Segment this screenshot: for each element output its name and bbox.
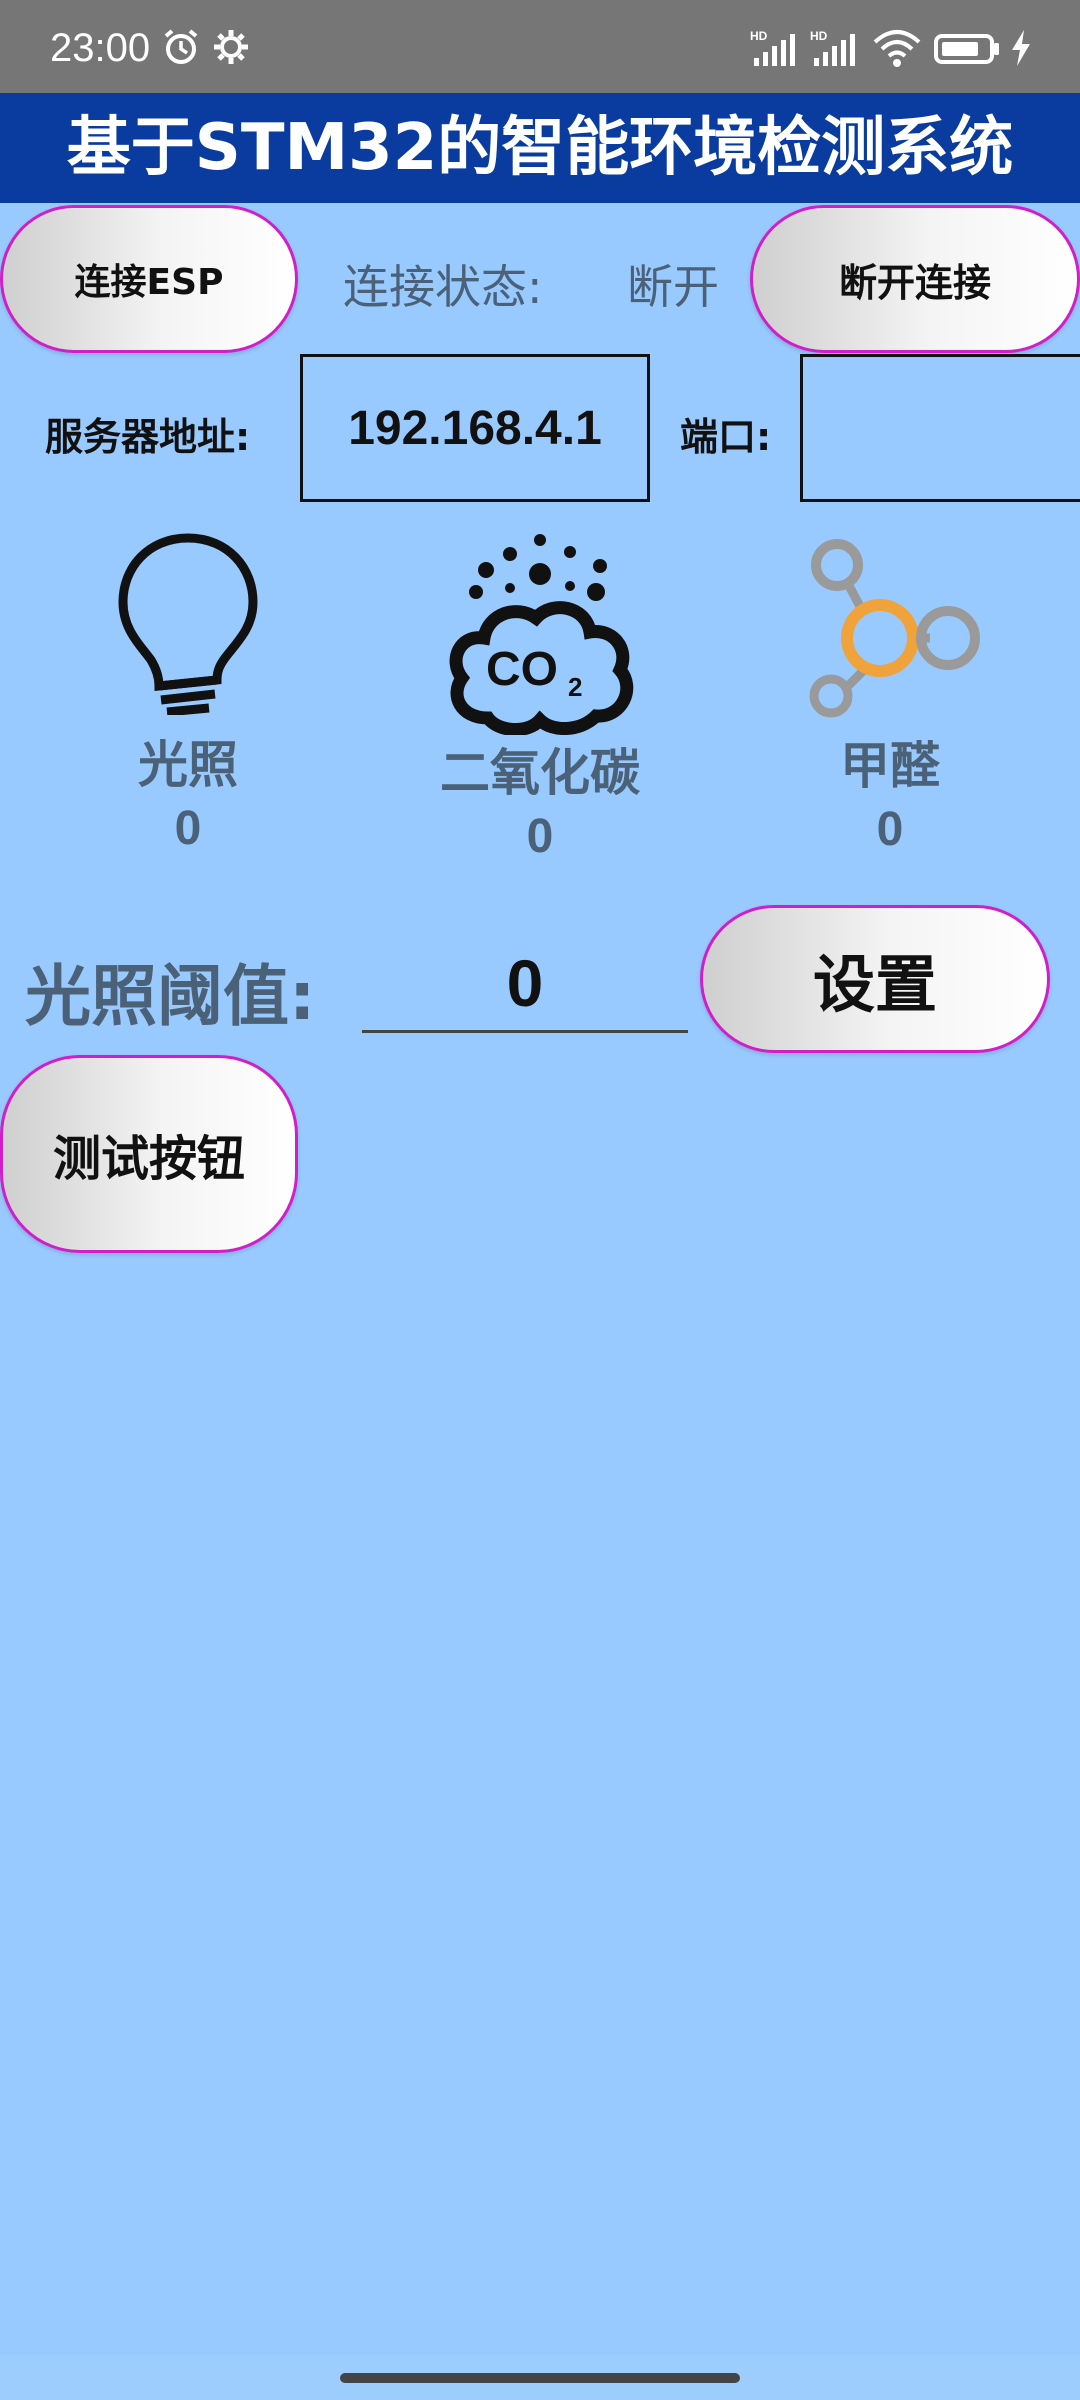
battery-icon <box>934 34 999 64</box>
hd-signal-icon: HD <box>810 29 855 66</box>
light-threshold-input[interactable]: 0 <box>362 935 688 1033</box>
lightbulb-icon <box>118 533 258 717</box>
connection-status-label: 连接状态: <box>343 260 543 314</box>
svg-text:HD: HD <box>810 29 828 43</box>
port-input[interactable] <box>800 354 1080 502</box>
server-address-value: 192.168.4.1 <box>348 401 602 455</box>
sensor-co2: CO 2 二氧化碳 0 <box>390 530 690 864</box>
svg-text:HD: HD <box>750 29 768 43</box>
sensor-formaldehyde-name: 甲醛 <box>840 737 940 795</box>
molecule-icon <box>809 539 980 718</box>
status-time: 23:00 <box>50 26 151 70</box>
connect-esp-button[interactable]: 连接ESP <box>0 205 298 353</box>
sensor-formaldehyde-value: 0 <box>876 803 904 856</box>
charging-icon <box>1012 30 1030 66</box>
server-address-input[interactable]: 192.168.4.1 <box>300 354 650 502</box>
test-button-label: 测试按钮 <box>52 1131 245 1187</box>
alarm-icon <box>164 29 198 64</box>
status-bar: 23:00 HD HD <box>0 0 1080 93</box>
connection-status-value: 断开 <box>627 260 719 314</box>
wifi-icon <box>873 30 921 67</box>
disconnect-button-label: 断开连接 <box>838 260 991 305</box>
co2-cloud-icon: CO 2 <box>449 534 634 737</box>
light-threshold-value: 0 <box>506 945 544 1020</box>
hd-signal-icon: HD <box>750 29 795 66</box>
port-label: 端口: <box>680 415 772 459</box>
settings-gear-icon <box>214 30 248 64</box>
app-title-bar: 基于STM32的智能环境检测系统 <box>0 93 1080 203</box>
set-threshold-button[interactable]: 设置 <box>700 905 1050 1053</box>
sensor-light-value: 0 <box>174 802 202 855</box>
light-threshold-label: 光照阈值: <box>25 958 316 1035</box>
svg-text:2: 2 <box>568 672 582 702</box>
sensor-co2-name: 二氧化碳 <box>440 744 640 802</box>
connect-esp-button-label: 连接ESP <box>74 262 224 303</box>
disconnect-button[interactable]: 断开连接 <box>750 205 1080 353</box>
set-threshold-button-label: 设置 <box>812 948 937 1021</box>
svg-text:CO: CO <box>486 643 558 696</box>
sensor-formaldehyde: 甲醛 0 <box>740 530 1040 857</box>
app-title: 基于STM32的智能环境检测系统 <box>66 111 1014 185</box>
sensor-co2-value: 0 <box>526 810 554 863</box>
test-button[interactable]: 测试按钮 <box>0 1055 298 1253</box>
home-gesture-handle[interactable] <box>340 2373 740 2383</box>
sensor-light: 光照 0 <box>38 530 338 856</box>
sensor-light-name: 光照 <box>138 736 238 794</box>
server-address-label: 服务器地址: <box>45 415 251 459</box>
